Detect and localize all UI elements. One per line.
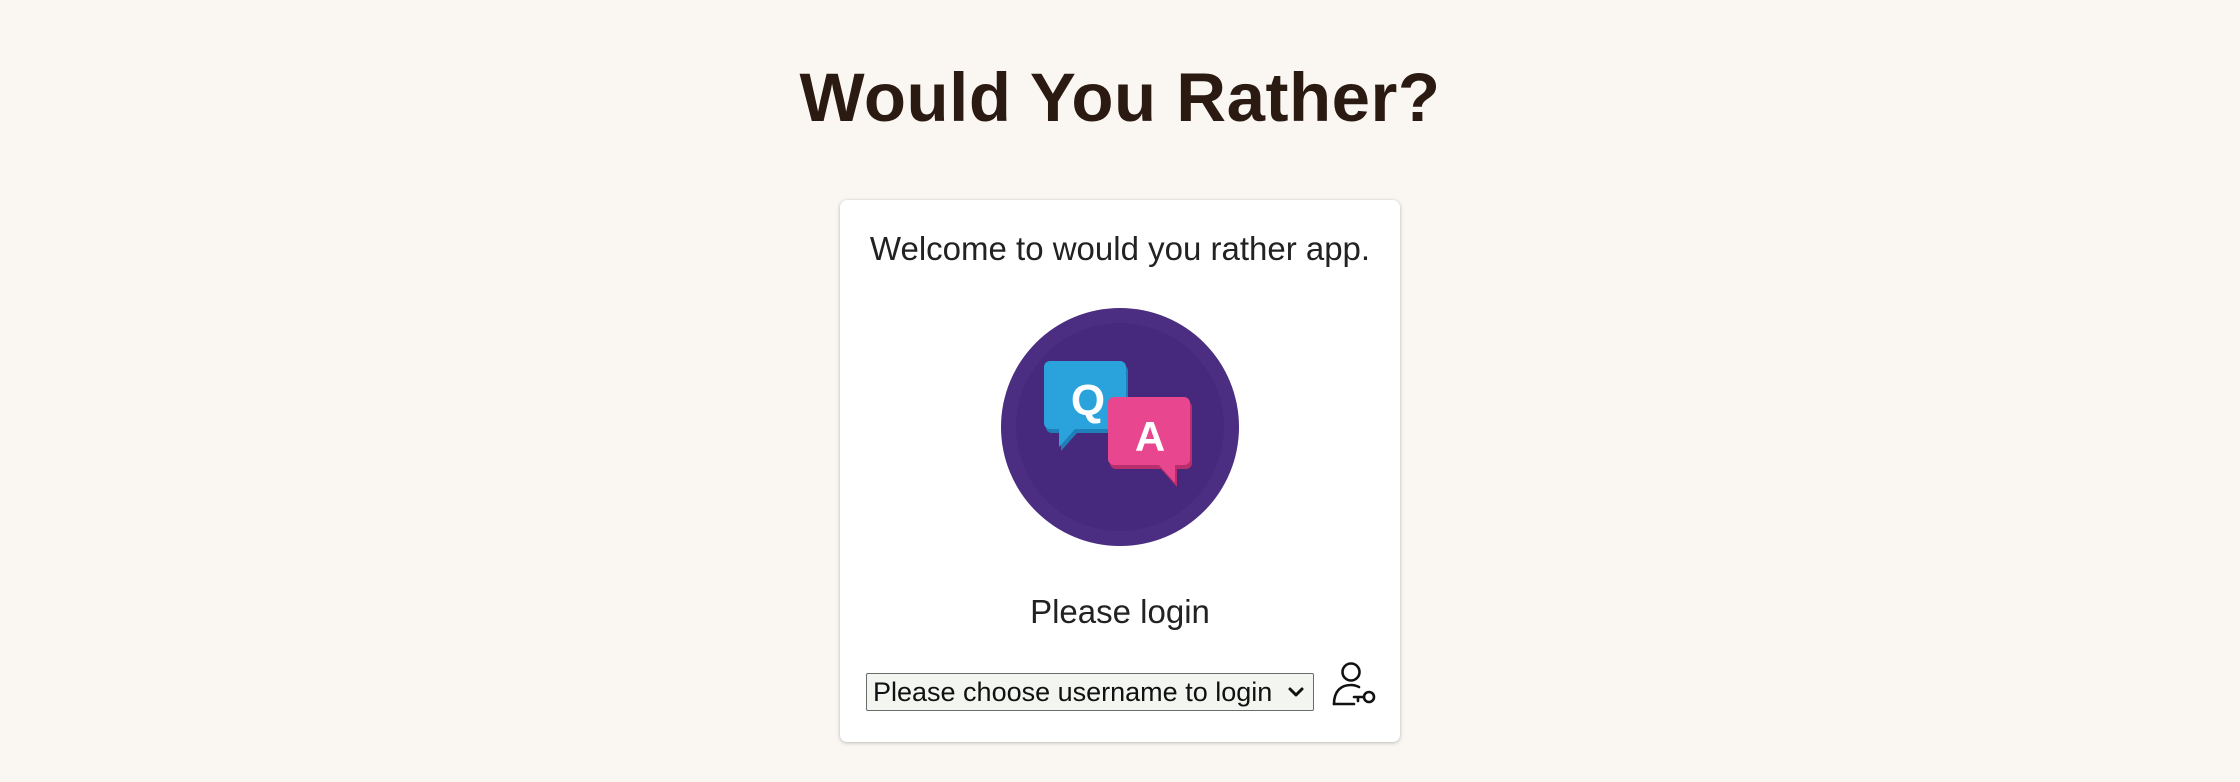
page-title: Would You Rather? [799,59,1441,136]
username-select[interactable]: Please choose username to login [866,673,1314,711]
user-key-icon[interactable] [1330,660,1378,708]
login-card: Welcome to would you rather app. Q A Ple… [840,200,1400,742]
login-prompt: Please login [1030,593,1210,630]
answer-letter: A [1135,413,1165,460]
qa-logo-icon: Q A [1001,308,1239,546]
chevron-down-icon [1288,687,1304,697]
question-letter: Q [1071,376,1105,425]
welcome-text: Welcome to would you rather app. [869,230,1371,267]
username-select-value: Please choose username to login [873,676,1273,707]
